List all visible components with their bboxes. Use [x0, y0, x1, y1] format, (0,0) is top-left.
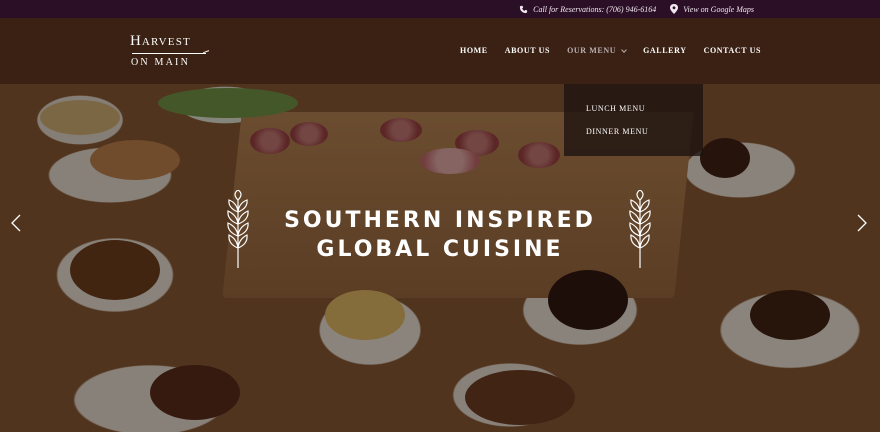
chevron-left-icon — [10, 214, 22, 236]
slider-prev-button[interactable] — [10, 214, 22, 237]
nav-gallery[interactable]: GALLERY — [643, 46, 686, 55]
logo-line-2: ON MAIN — [131, 57, 191, 68]
reservation-text: Call for Reservations: (706) 946-6164 — [533, 4, 657, 14]
google-maps-text: View on Google Maps — [683, 4, 754, 14]
logo-rule — [132, 53, 206, 54]
logo-line-1: HARVEST — [130, 33, 191, 49]
dropdown-dinner-menu[interactable]: DINNER MENU — [586, 127, 703, 150]
nav-about-us[interactable]: ABOUT US — [505, 46, 550, 55]
main-nav: HOME ABOUT US OUR MENU GALLERY CONTACT U… — [460, 46, 761, 55]
hero-headline-line-1: SOUTHERN INSPIRED — [284, 208, 596, 233]
site-logo[interactable]: HARVEST ON MAIN — [130, 34, 210, 68]
site-header: HARVEST ON MAIN HOME ABOUT US OUR MENU G… — [0, 18, 880, 84]
hero-headline-line-2: GLOBAL CUISINE — [316, 237, 564, 262]
chevron-right-icon — [856, 214, 868, 236]
slider-next-button[interactable] — [856, 214, 868, 237]
phone-icon — [519, 5, 528, 14]
google-maps-link[interactable]: View on Google Maps — [670, 4, 754, 14]
dropdown-lunch-menu[interactable]: LUNCH MENU — [586, 104, 703, 127]
reservation-link[interactable]: Call for Reservations: (706) 946-6164 — [519, 5, 656, 14]
hero-headline: SOUTHERN INSPIRED GLOBAL CUISINE — [0, 206, 880, 264]
menu-dropdown: LUNCH MENU DINNER MENU — [564, 84, 703, 156]
top-bar: Call for Reservations: (706) 946-6164 Vi… — [0, 0, 880, 18]
nav-our-menu[interactable]: OUR MENU — [567, 46, 627, 55]
nav-home[interactable]: HOME — [460, 46, 488, 55]
nav-contact-us[interactable]: CONTACT US — [704, 46, 762, 55]
map-pin-icon — [670, 4, 679, 14]
chevron-down-icon — [621, 46, 627, 53]
